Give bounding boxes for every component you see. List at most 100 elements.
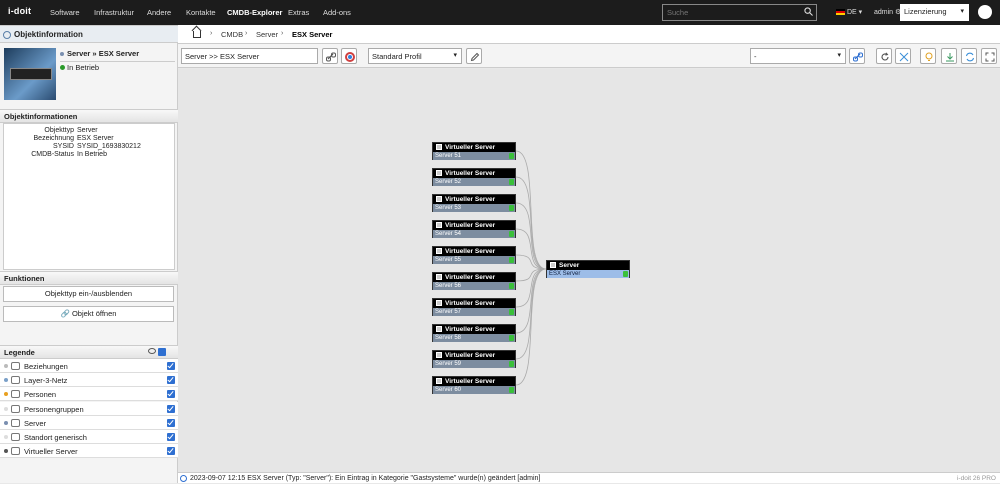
graph-node-virtual-server[interactable]: Virtueller Server Server 56: [432, 272, 516, 290]
legend-checkbox[interactable]: [167, 433, 175, 441]
node-body: Server 54: [433, 230, 515, 238]
graph-node-virtual-server[interactable]: Virtueller Server Server 52: [432, 168, 516, 186]
breadcrumb-item-server[interactable]: Server: [256, 30, 278, 39]
explorer-canvas[interactable]: Virtueller Server Server 51 Virtueller Ser…: [178, 69, 1000, 472]
node-header: Server: [547, 261, 629, 270]
object-image: [4, 48, 56, 100]
node-label: Server 53: [435, 205, 462, 211]
status-indicator-icon: [623, 271, 628, 277]
legend-item[interactable]: Layer-3-Netz: [0, 373, 178, 388]
graph-node-virtual-server[interactable]: Virtueller Server Server 58: [432, 324, 516, 342]
status-indicator-icon: [509, 179, 514, 185]
legend-item[interactable]: Virtueller Server: [0, 444, 178, 459]
nav-item-andere[interactable]: Andere: [147, 0, 171, 25]
language-selector[interactable]: DE ▾: [836, 0, 862, 25]
node-label: Server 54: [435, 231, 462, 237]
node-header: Virtueller Server: [433, 273, 515, 282]
link-icon: 🔗: [60, 309, 72, 318]
virtual-server-icon: [436, 352, 442, 358]
status-indicator-icon: [509, 153, 514, 159]
legend-item[interactable]: Standort generisch: [0, 430, 178, 444]
graph-icon: [899, 52, 909, 62]
legend-checkbox[interactable]: [167, 376, 175, 385]
fullscreen-icon: [985, 52, 995, 62]
graph-node-main-server[interactable]: Server ESX Server: [546, 260, 630, 278]
edit-profile-button[interactable]: [466, 48, 482, 64]
user-name[interactable]: admin ⚙: [874, 0, 901, 25]
legend-checkbox[interactable]: [167, 418, 175, 427]
info-value: SYSID_1693830212: [77, 143, 141, 150]
breadcrumb-item-cmdb[interactable]: CMDB: [221, 30, 243, 39]
logo[interactable]: i-doit: [8, 6, 31, 16]
graph-node-virtual-server[interactable]: Virtueller Server Server 53: [432, 194, 516, 212]
graph-node-virtual-server[interactable]: Virtueller Server Server 51: [432, 142, 516, 160]
node-label: Server 58: [435, 335, 462, 341]
breadcrumb-item-current: ESX Server: [292, 30, 333, 39]
legend-item[interactable]: Personen: [0, 387, 178, 402]
legend-item[interactable]: Server: [0, 415, 178, 430]
legend-checkbox[interactable]: [167, 390, 175, 399]
open-object-button[interactable]: 🔗 Objekt öffnen: [3, 306, 174, 322]
search-icon[interactable]: [804, 7, 813, 16]
legend-checkbox[interactable]: [167, 362, 175, 370]
status-indicator-icon: [509, 283, 514, 289]
nav-item-infrastruktur[interactable]: Infrastruktur: [94, 0, 134, 25]
node-body: Server 51: [433, 152, 515, 160]
object-path-field[interactable]: Server >> ESX Server: [181, 48, 318, 64]
link-button[interactable]: [322, 48, 338, 64]
nav-item-extras[interactable]: Extras: [288, 0, 309, 25]
object-status: In Betrieb: [60, 63, 99, 72]
refresh-icon: [881, 52, 889, 61]
nav-item-cmdb-explorer[interactable]: CMDB-Explorer: [227, 0, 282, 25]
filter-select[interactable]: - ▾: [750, 48, 846, 64]
graph-node-virtual-server[interactable]: Virtueller Server Server 59: [432, 350, 516, 368]
chevron-down-icon: ▾: [837, 52, 841, 59]
server-icon: [11, 418, 20, 427]
graph-node-virtual-server[interactable]: Virtueller Server Server 55: [432, 246, 516, 264]
sync-icon: [965, 52, 975, 62]
node-body: Server 53: [433, 204, 515, 212]
virtual-server-icon: [436, 222, 442, 228]
relations-icon: [11, 362, 20, 370]
legend-checkbox[interactable]: [167, 404, 175, 413]
legend-item[interactable]: Beziehungen: [0, 359, 178, 373]
download-button[interactable]: [941, 48, 957, 64]
toggle-object-type-button[interactable]: Objekttyp ein-/ausblenden: [3, 286, 174, 302]
node-type: Server: [559, 262, 580, 269]
nav-item-add-ons[interactable]: Add-ons: [323, 0, 351, 25]
legend-toggle-all-checkbox[interactable]: [158, 348, 166, 356]
nav-item-software[interactable]: Software: [50, 0, 80, 25]
profile-select[interactable]: Standard Profil ▾: [368, 48, 462, 64]
color-button[interactable]: [341, 48, 357, 64]
graph-layout-button[interactable]: [895, 48, 911, 64]
home-icon[interactable]: [193, 31, 201, 38]
refresh-button[interactable]: [876, 48, 892, 64]
eye-icon[interactable]: [148, 348, 156, 354]
virtual-server-icon: [436, 144, 442, 150]
node-header: Virtueller Server: [433, 299, 515, 308]
search-input[interactable]: [662, 4, 817, 21]
avatar-icon[interactable]: [978, 5, 992, 19]
node-type: Virtueller Server: [445, 196, 496, 203]
tenant-select[interactable]: Lizenzierung ▾: [900, 4, 969, 21]
node-type: Virtueller Server: [445, 144, 496, 151]
sync-button[interactable]: [961, 48, 977, 64]
node-label: ESX Server: [549, 271, 581, 277]
node-body: Server 56: [433, 282, 515, 290]
status-indicator-icon: [509, 361, 514, 367]
link-button-2[interactable]: [849, 48, 865, 64]
graph-node-virtual-server[interactable]: Virtueller Server Server 54: [432, 220, 516, 238]
legend-item[interactable]: Personengruppen: [0, 401, 178, 416]
nav-item-kontakte[interactable]: Kontakte: [186, 0, 216, 25]
status-indicator-icon: [509, 205, 514, 211]
node-type: Virtueller Server: [445, 300, 496, 307]
fullscreen-button[interactable]: [981, 48, 997, 64]
node-header: Virtueller Server: [433, 195, 515, 204]
graph-node-virtual-server[interactable]: Virtueller Server Server 57: [432, 298, 516, 316]
graph-node-virtual-server[interactable]: Virtueller Server Server 60: [432, 376, 516, 394]
group-icon: [11, 404, 20, 413]
hint-button[interactable]: [920, 48, 936, 64]
object-title: Server » ESX Server: [60, 49, 175, 62]
legend-checkbox[interactable]: [167, 447, 175, 456]
object-information-header: Objektinformation: [0, 25, 178, 43]
